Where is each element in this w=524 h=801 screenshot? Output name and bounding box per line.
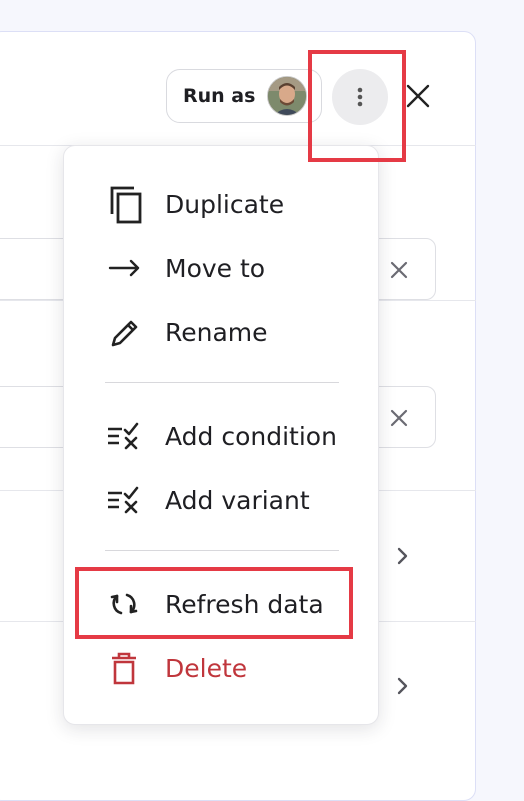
menu-item-add-condition[interactable]: Add condition (64, 406, 380, 466)
close-icon (390, 409, 408, 427)
menu-item-duplicate[interactable]: Duplicate (64, 174, 380, 234)
run-as-button[interactable]: Run as (166, 69, 322, 123)
menu-item-move-to[interactable]: Move to (64, 238, 380, 298)
clear-field-1-button[interactable] (385, 256, 413, 284)
menu-separator (105, 382, 339, 383)
menu-item-add-variant[interactable]: Add variant (64, 470, 380, 530)
close-icon (390, 261, 408, 279)
expand-row-2-button[interactable] (392, 676, 412, 696)
add-variant-icon (104, 480, 144, 520)
more-options-menu: Duplicate Move to Rename Add condition A… (63, 145, 379, 725)
more-vertical-icon (357, 87, 363, 107)
expand-row-1-button[interactable] (392, 546, 412, 566)
menu-item-label: Add variant (165, 485, 310, 515)
menu-item-refresh-data[interactable]: Refresh data (64, 574, 380, 634)
refresh-icon (104, 584, 144, 624)
add-condition-icon (104, 416, 144, 456)
clear-field-2-button[interactable] (385, 404, 413, 432)
run-as-label: Run as (183, 85, 256, 107)
menu-item-label: Rename (165, 317, 268, 347)
more-options-button[interactable] (332, 69, 388, 125)
pencil-icon (104, 312, 144, 352)
menu-item-label: Move to (165, 253, 266, 283)
trash-icon (104, 648, 144, 688)
copy-icon (104, 184, 144, 224)
close-icon (406, 84, 430, 108)
menu-item-label: Refresh data (165, 589, 324, 619)
menu-item-delete[interactable]: Delete (64, 638, 380, 698)
menu-item-label: Duplicate (165, 189, 285, 219)
menu-item-label: Add condition (165, 421, 337, 451)
user-avatar (267, 76, 308, 116)
arrow-right-icon (104, 248, 144, 288)
avatar-photo-icon (268, 77, 307, 115)
menu-item-rename[interactable]: Rename (64, 302, 380, 362)
chevron-right-icon (397, 677, 408, 695)
menu-item-label: Delete (165, 653, 248, 683)
chevron-right-icon (397, 547, 408, 565)
close-button[interactable] (402, 80, 434, 112)
menu-separator (105, 550, 339, 551)
